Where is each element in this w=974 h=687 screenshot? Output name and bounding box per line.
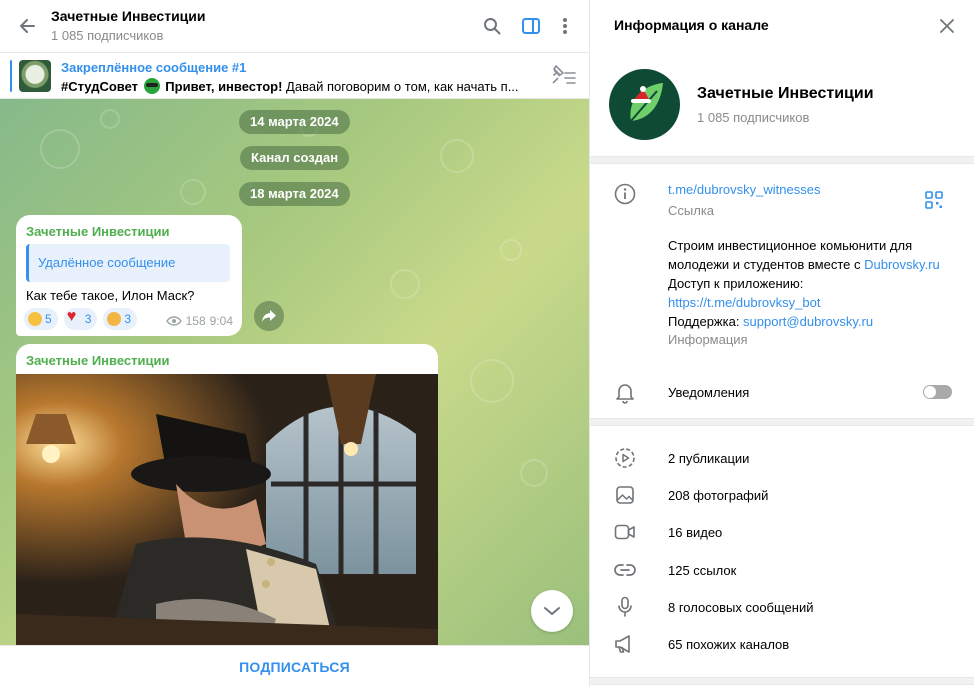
support-email-link[interactable]: support@dubrovsky.ru bbox=[743, 314, 873, 329]
chat-header: Зачетные Инвестиции 1 085 подписчиков bbox=[0, 0, 589, 53]
megaphone-icon bbox=[614, 633, 636, 655]
info-panel-title: Информация о канале bbox=[614, 17, 769, 33]
chat-title[interactable]: Зачетные Инвестиции bbox=[51, 8, 206, 24]
video-icon bbox=[614, 521, 636, 543]
close-icon bbox=[940, 19, 954, 33]
stat-videos[interactable]: 16 видео bbox=[668, 525, 722, 540]
link-icon bbox=[614, 559, 636, 581]
message-photo[interactable] bbox=[16, 374, 438, 645]
stat-links[interactable]: 125 ссылок bbox=[668, 563, 736, 578]
info-icon bbox=[614, 183, 636, 205]
notifications-toggle[interactable] bbox=[923, 385, 952, 399]
back-button[interactable] bbox=[14, 13, 40, 39]
stat-voice[interactable]: 8 голосовых сообщений bbox=[668, 600, 813, 615]
channel-description: Строим инвестиционное комьюнити для моло… bbox=[668, 236, 963, 331]
reaction-grinning[interactable]: 5 bbox=[24, 308, 58, 330]
message-time: 9:04 bbox=[209, 314, 233, 328]
forward-button[interactable] bbox=[254, 301, 284, 331]
section-divider bbox=[590, 677, 974, 685]
channel-link-label: Ссылка bbox=[668, 203, 715, 218]
description-label: Информация bbox=[668, 332, 748, 347]
pinned-list-button[interactable] bbox=[551, 65, 577, 87]
scroll-down-button[interactable] bbox=[531, 590, 573, 632]
pinned-message-bar[interactable]: Закреплённое сообщение #1 #СтудСовет При… bbox=[0, 53, 589, 99]
photo-image bbox=[16, 374, 438, 645]
eye-icon bbox=[165, 316, 182, 326]
qr-code-button[interactable] bbox=[924, 190, 944, 210]
close-panel-button[interactable] bbox=[936, 15, 958, 37]
pinned-thumbnail bbox=[19, 60, 51, 92]
pinned-greeting: Привет, инвестор! bbox=[165, 79, 283, 94]
pinned-indicator bbox=[10, 60, 12, 92]
stat-publications[interactable]: 2 публикации bbox=[668, 451, 749, 466]
arrow-left-icon bbox=[20, 19, 35, 33]
channel-link[interactable]: t.me/dubrovsky_witnesses bbox=[668, 182, 820, 197]
description-line: Строим инвестиционное комьюнити для bbox=[668, 238, 913, 253]
subscribe-button[interactable]: ПОДПИСАТЬСЯ bbox=[0, 646, 589, 687]
share-arrow-icon bbox=[262, 310, 276, 322]
reaction-count: 3 bbox=[124, 312, 132, 326]
description-line: https://t.me/dubrovksy_bot bbox=[668, 293, 963, 312]
search-icon bbox=[484, 18, 501, 35]
date-separator: 18 марта 2024 bbox=[239, 182, 350, 206]
section-divider bbox=[590, 156, 974, 164]
sidebar-panel-icon bbox=[522, 18, 540, 34]
stat-photos[interactable]: 208 фотографий bbox=[668, 488, 768, 503]
publications-icon bbox=[614, 447, 636, 469]
stat-similar-channels[interactable]: 65 похожих каналов bbox=[668, 637, 789, 652]
chat-subscribers: 1 085 подписчиков bbox=[51, 28, 164, 43]
message-author[interactable]: Зачетные Инвестиции bbox=[26, 224, 169, 239]
reaction-pray[interactable]: 3 bbox=[103, 308, 138, 330]
reaction-heart[interactable]: 3 bbox=[63, 308, 98, 330]
folded-hands-icon bbox=[107, 312, 122, 326]
service-message: Канал создан bbox=[240, 146, 350, 170]
message-bubble-photo[interactable]: Зачетные Инвестиции bbox=[16, 344, 438, 645]
notifications-label: Уведомления bbox=[668, 385, 750, 400]
reaction-count: 3 bbox=[84, 312, 92, 326]
description-line: Поддержка: support@dubrovsky.ru bbox=[668, 312, 963, 331]
pin-list-icon bbox=[552, 65, 576, 84]
channel-info-panel: Информация о канале Зачетные Инвестиции … bbox=[589, 0, 974, 687]
dubrovsky-link[interactable]: Dubrovsky.ru bbox=[864, 257, 940, 272]
description-line: молодежи и студентов вместе с Dubrovsky.… bbox=[668, 255, 963, 274]
reply-quote[interactable]: Удалённое сообщение bbox=[26, 244, 230, 282]
more-vertical-icon bbox=[563, 18, 567, 34]
reply-text: Удалённое сообщение bbox=[38, 255, 176, 270]
message-bubble[interactable]: Зачетные Инвестиции Удалённое сообщение … bbox=[16, 215, 242, 336]
sidebar-toggle-button[interactable] bbox=[519, 14, 543, 38]
pinned-hashtag: #СтудСовет bbox=[61, 79, 139, 94]
subscribe-bar: ПОДПИСАТЬСЯ bbox=[0, 645, 589, 687]
search-button[interactable] bbox=[480, 14, 504, 38]
message-meta: 158 9:04 bbox=[165, 314, 233, 328]
pinned-preview: Давай поговорим о том, как начать п... bbox=[282, 79, 519, 94]
microphone-icon bbox=[614, 596, 636, 618]
photo-icon bbox=[614, 484, 636, 506]
reaction-count: 5 bbox=[45, 312, 52, 326]
red-heart-icon bbox=[67, 308, 82, 326]
grinning-face-icon bbox=[28, 312, 42, 326]
message-author[interactable]: Зачетные Инвестиции bbox=[26, 353, 169, 368]
channel-avatar[interactable] bbox=[609, 69, 680, 140]
view-count: 158 bbox=[185, 314, 206, 328]
message-text: Как тебе такое, Илон Маск? bbox=[26, 288, 195, 303]
reactions: 5 3 3 bbox=[24, 308, 138, 330]
channel-subscribers: 1 085 подписчиков bbox=[697, 110, 810, 125]
chevron-down-icon bbox=[544, 607, 560, 615]
section-divider bbox=[590, 418, 974, 426]
bell-icon bbox=[614, 382, 636, 404]
sunglasses-face-icon bbox=[143, 78, 160, 94]
description-text: молодежи и студентов вместе с bbox=[668, 257, 865, 272]
description-text: Поддержка: bbox=[668, 314, 744, 329]
description-line: Доступ к приложению: bbox=[668, 276, 804, 291]
pinned-text: #СтудСовет Привет, инвестор! Давай погов… bbox=[61, 78, 531, 94]
chat-background: 14 марта 2024 Канал создан 18 марта 2024… bbox=[0, 99, 589, 645]
chat-pane: Зачетные Инвестиции 1 085 подписчиков За… bbox=[0, 0, 589, 687]
date-separator: 14 марта 2024 bbox=[239, 110, 350, 134]
pinned-title: Закреплённое сообщение #1 bbox=[61, 60, 247, 75]
leaf-logo-icon bbox=[630, 83, 663, 122]
bot-link[interactable]: https://t.me/dubrovksy_bot bbox=[668, 295, 820, 310]
channel-name: Зачетные Инвестиции bbox=[697, 85, 874, 102]
more-menu-button[interactable] bbox=[553, 14, 577, 38]
qr-code-icon bbox=[925, 191, 943, 209]
